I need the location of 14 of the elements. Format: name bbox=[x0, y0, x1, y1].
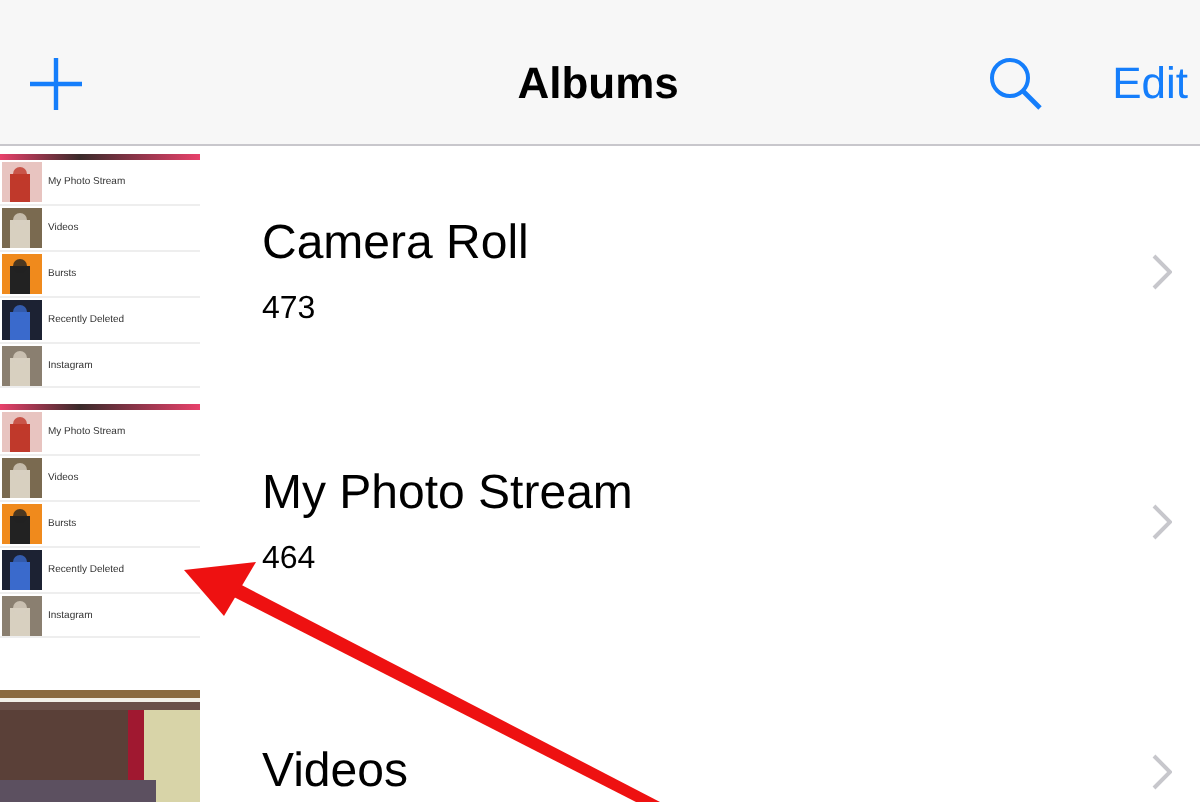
add-button[interactable] bbox=[28, 56, 84, 112]
chevron-icon bbox=[1152, 753, 1172, 789]
search-icon bbox=[988, 56, 1045, 112]
nav-title: Albums bbox=[515, 58, 681, 110]
photo-count: 473 bbox=[262, 291, 318, 327]
album-title: Camera Roll bbox=[262, 215, 531, 271]
edit-button[interactable]: Edit bbox=[1112, 58, 1188, 110]
search-button[interactable] bbox=[988, 56, 1045, 112]
album-title: My Photo Stream bbox=[262, 465, 635, 521]
chevron-icon bbox=[1152, 503, 1172, 539]
plus-icon bbox=[28, 56, 84, 112]
album-title: Videos bbox=[262, 743, 410, 799]
chevron-icon bbox=[1152, 253, 1172, 289]
photo-count: 464 bbox=[262, 541, 318, 577]
